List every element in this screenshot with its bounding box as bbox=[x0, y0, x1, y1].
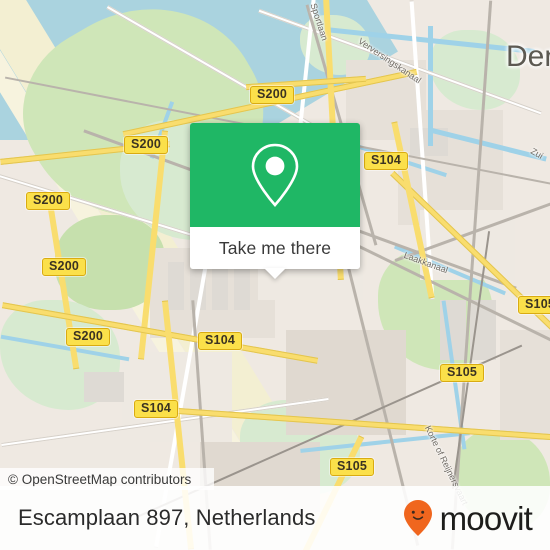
map-building bbox=[234, 262, 250, 310]
route-shield-s200[interactable]: S200 bbox=[42, 258, 86, 276]
moovit-wordmark: moovit bbox=[439, 499, 533, 537]
route-shield-s200[interactable]: S200 bbox=[66, 328, 110, 346]
location-card-footer[interactable]: Take me there bbox=[190, 227, 360, 279]
route-shield-s105[interactable]: S105 bbox=[330, 458, 374, 476]
route-shield-s200[interactable]: S200 bbox=[250, 86, 294, 104]
map-pin-icon bbox=[251, 143, 299, 207]
route-shield-s104[interactable]: S104 bbox=[364, 152, 408, 170]
route-shield-s200[interactable]: S200 bbox=[124, 136, 168, 154]
location-card[interactable]: Take me there bbox=[190, 123, 360, 279]
take-me-there-button[interactable]: Take me there bbox=[219, 238, 331, 259]
moovit-pin-icon bbox=[403, 500, 432, 536]
location-card-header bbox=[190, 123, 360, 227]
card-pointer-tip bbox=[264, 268, 286, 279]
map-screenshot: Den Verversingskanaal Sportlaan Laakkana… bbox=[0, 0, 550, 550]
map-building bbox=[84, 372, 124, 402]
route-shield-s105[interactable]: S105 bbox=[440, 364, 484, 382]
route-shield-s105[interactable]: S105 bbox=[518, 296, 550, 314]
route-shield-s200[interactable]: S200 bbox=[26, 192, 70, 210]
page-title: Escamplaan 897, Netherlands bbox=[18, 505, 316, 530]
map-city-label: Den bbox=[506, 40, 550, 73]
map-block bbox=[500, 330, 550, 440]
map-attribution-text: © OpenStreetMap contributors bbox=[8, 471, 192, 487]
page-footer: Escamplaan 897, Netherlands moovit bbox=[0, 486, 550, 550]
moovit-brand[interactable]: moovit bbox=[403, 499, 533, 537]
map-building bbox=[212, 262, 228, 310]
route-shield-s104[interactable]: S104 bbox=[134, 400, 178, 418]
map-building bbox=[168, 262, 184, 310]
route-shield-s104[interactable]: S104 bbox=[198, 332, 242, 350]
